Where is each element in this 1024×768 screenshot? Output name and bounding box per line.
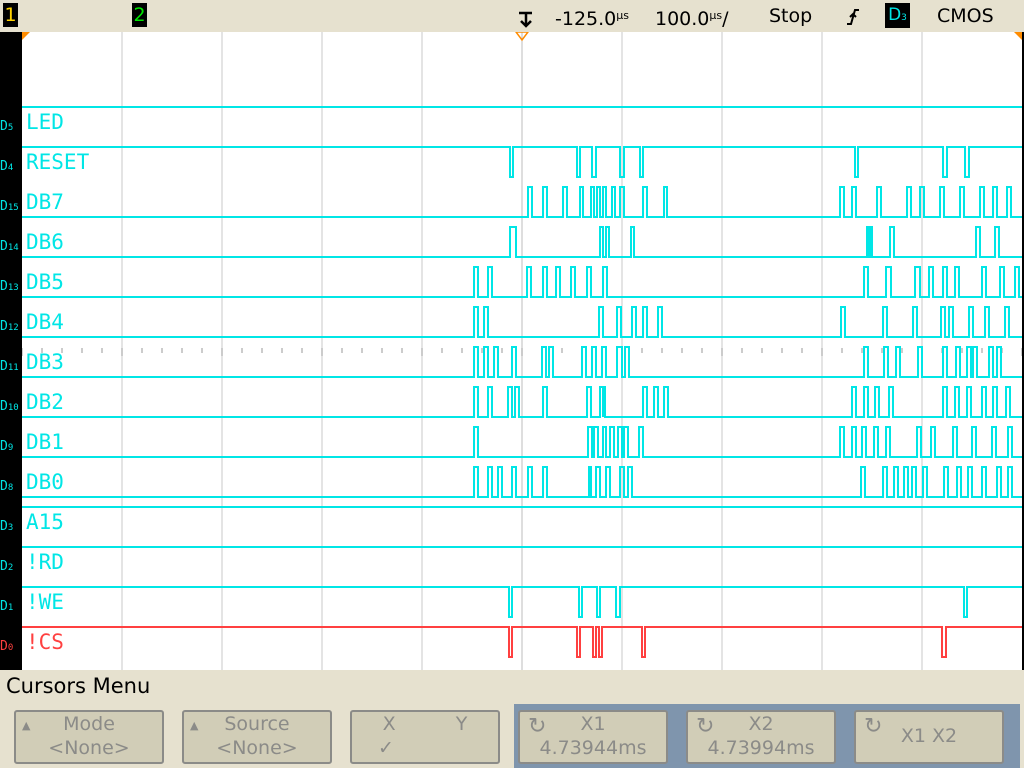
channel-name-label: RESET xyxy=(26,150,90,174)
menu-arrow-icon: ▲ xyxy=(190,719,199,732)
trigger-source[interactable]: D3 xyxy=(885,3,910,28)
checkmark-icon: ✓ xyxy=(378,737,394,759)
time-offset[interactable]: -125.0µs xyxy=(555,3,629,32)
channel-id-15[interactable]: D15 xyxy=(0,200,19,215)
channel-id-9[interactable]: D9 xyxy=(0,440,13,455)
xy-softkey[interactable]: XY ✓ xyxy=(350,710,500,764)
channel-name-label: DB0 xyxy=(26,470,64,494)
softkey-menu: Cursors Menu ▲ Mode <None> ▲ Source <Non… xyxy=(0,670,1024,768)
channel2-indicator[interactable]: 2 xyxy=(132,3,147,27)
trace-db3 xyxy=(22,346,1022,378)
trigger-position-icon xyxy=(519,11,532,28)
channel-name-label: A15 xyxy=(26,510,64,534)
rotate-knob-icon: ↻ xyxy=(864,714,883,739)
channel-name-label: DB4 xyxy=(26,310,64,334)
channel-id-13[interactable]: D13 xyxy=(0,280,19,295)
x2-softkey[interactable]: ↻ X2 4.73994ms xyxy=(686,710,836,764)
channel-name-label: DB6 xyxy=(26,230,64,254)
channel-name-label: LED xyxy=(26,110,64,134)
x1-softkey[interactable]: ↻ X1 4.73944ms xyxy=(518,710,668,764)
channel-id-14[interactable]: D14 xyxy=(0,240,19,255)
channel-name-label: !WE xyxy=(26,590,64,614)
timebase[interactable]: 100.0µs/ xyxy=(655,3,729,32)
rising-edge-icon[interactable] xyxy=(846,7,860,27)
channel1-indicator[interactable]: 1 xyxy=(3,3,18,27)
logic-threshold[interactable]: CMOS xyxy=(937,3,994,29)
channel-id-2[interactable]: D2 xyxy=(0,560,13,575)
rotate-knob-icon: ↻ xyxy=(696,714,715,739)
trace-db4 xyxy=(22,306,1022,338)
channel-name-label: !RD xyxy=(26,550,64,574)
channel-id-4[interactable]: D4 xyxy=(0,160,13,175)
trace-ncs xyxy=(22,626,1022,658)
channel-name-label: DB2 xyxy=(26,390,64,414)
channel-name-label: DB1 xyxy=(26,430,64,454)
mode-softkey[interactable]: ▲ Mode <None> xyxy=(14,710,164,764)
status-bar: 1 2 -125.0µs 100.0µs/ Stop D3 CMOS xyxy=(0,0,1024,32)
menu-arrow-icon: ▲ xyxy=(22,719,31,732)
rotate-knob-icon: ↻ xyxy=(528,714,547,739)
trace-db5 xyxy=(22,266,1022,298)
trace-db1 xyxy=(22,426,1022,458)
trace-db7 xyxy=(22,186,1022,218)
channel-id-1[interactable]: D1 xyxy=(0,600,13,615)
channel-name-label: DB7 xyxy=(26,190,64,214)
trace-nwe xyxy=(22,586,1022,618)
channel-id-10[interactable]: D10 xyxy=(0,400,19,415)
channel-name-label: DB5 xyxy=(26,270,64,294)
trace-db0 xyxy=(22,466,1022,498)
channel-id-11[interactable]: D11 xyxy=(0,360,19,375)
channel-id-3[interactable]: D3 xyxy=(0,520,13,535)
channel-id-5[interactable]: D5 xyxy=(0,120,13,135)
trace-db2 xyxy=(22,386,1022,418)
menu-title: Cursors Menu xyxy=(6,674,151,698)
source-softkey[interactable]: ▲ Source <None> xyxy=(182,710,332,764)
channel-id-12[interactable]: D12 xyxy=(0,320,19,335)
channel-id-0[interactable]: D0 xyxy=(0,640,13,655)
channel-id-8[interactable]: D8 xyxy=(0,480,13,495)
trace-db6 xyxy=(22,226,1022,258)
digital-traces xyxy=(22,106,1022,658)
run-state[interactable]: Stop xyxy=(769,3,812,29)
x1x2-softkey[interactable]: ↻ X1 X2 xyxy=(854,710,1004,764)
channel-name-label: !CS xyxy=(26,630,64,654)
trace-reset xyxy=(22,146,1022,178)
channel-name-label: DB3 xyxy=(26,350,64,374)
